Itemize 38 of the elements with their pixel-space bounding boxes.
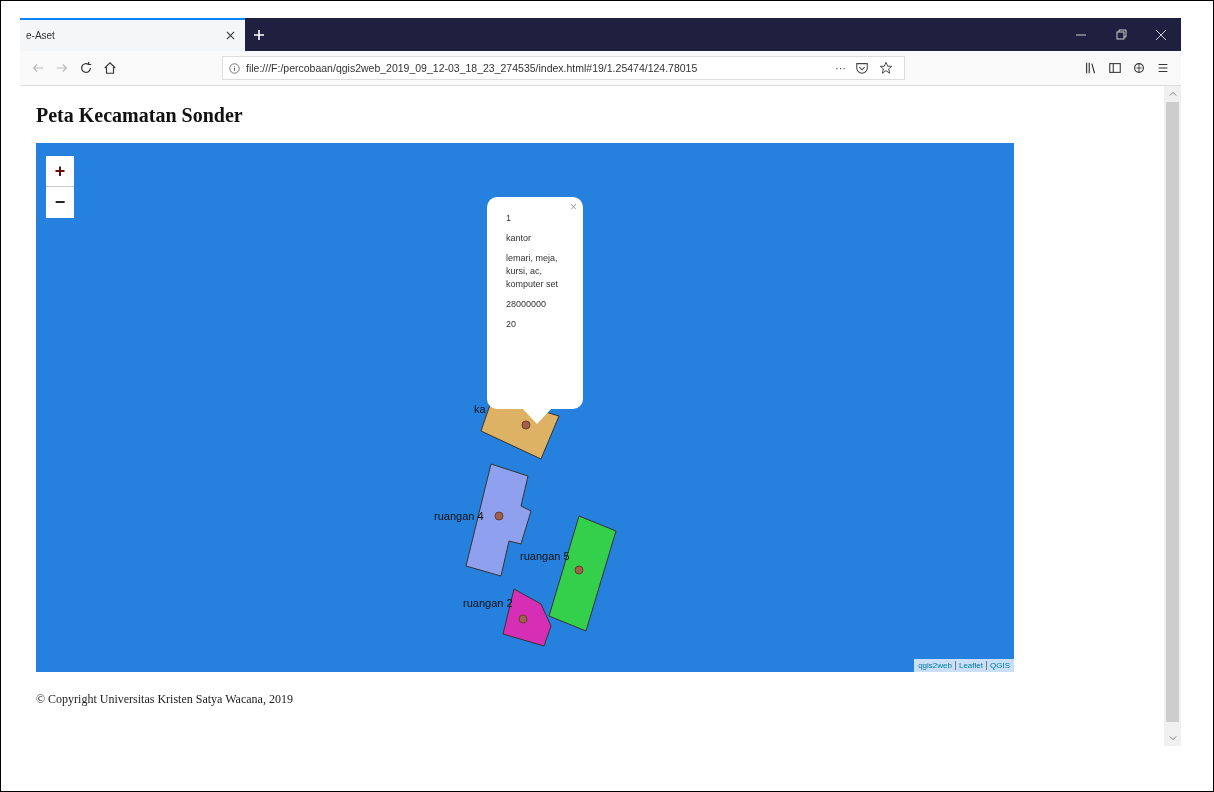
zoom-in-button[interactable]: +	[46, 156, 74, 187]
new-tab-icon[interactable]	[253, 28, 265, 41]
popup-text: 1	[506, 212, 512, 225]
browser-tab[interactable]: e-Aset	[20, 18, 245, 51]
star-icon[interactable]	[879, 61, 893, 75]
attribution-link[interactable]: Leaflet	[954, 661, 983, 670]
attribution-link[interactable]: QGIS	[986, 661, 1010, 670]
reload-icon[interactable]	[79, 61, 93, 75]
popup-text: 20	[506, 318, 517, 331]
point-marker[interactable]	[521, 420, 531, 430]
point-marker[interactable]	[494, 511, 504, 521]
popup-tip	[522, 408, 552, 424]
feature-label: ruangan 5	[520, 550, 570, 562]
feature-label: ka	[474, 403, 486, 415]
close-icon[interactable]	[226, 31, 235, 40]
address-bar[interactable]: file:///F:/percobaan/qgis2web_2019_09_12-03_18_23_274535/index.html#19/1.25474/124.78015 ···	[222, 56, 905, 80]
scrollbar-thumb[interactable]	[1166, 102, 1179, 722]
library-icon[interactable]	[1084, 61, 1098, 75]
popup-text: lemari, meja, kursi, ac, komputer set	[506, 252, 560, 291]
restore-icon[interactable]	[1115, 28, 1127, 41]
info-icon[interactable]	[229, 62, 240, 74]
feature-label: ruangan 4	[434, 510, 484, 522]
extension-icon[interactable]	[1132, 61, 1146, 75]
attribution-link[interactable]: qgis2web	[918, 661, 952, 670]
feature-label: ruangan 2	[463, 597, 513, 609]
pocket-icon[interactable]	[855, 61, 869, 75]
menu-icon[interactable]	[1156, 61, 1170, 75]
scrollbar[interactable]	[1164, 86, 1181, 746]
point-marker[interactable]	[518, 614, 528, 624]
popup-text: kantor	[506, 232, 532, 245]
home-icon[interactable]	[103, 61, 117, 75]
sidebar-icon[interactable]	[1108, 61, 1122, 75]
point-marker[interactable]	[574, 565, 584, 575]
map[interactable]: + − ka ruangan 4 ruangan 5 ruangan 2 × 1 kantor lemari, meja, kursi, ac, komputer set 28000000 20 qgis2web Leaflet QGIS	[36, 143, 1014, 672]
copyright-text: © Copyright Universitas Kristen Satya Wacana, 2019	[36, 692, 294, 707]
popup-text: 28000000	[506, 298, 548, 311]
page-title: Peta Kecamatan Sonder	[36, 104, 244, 127]
more-button[interactable]: ···	[835, 62, 846, 74]
